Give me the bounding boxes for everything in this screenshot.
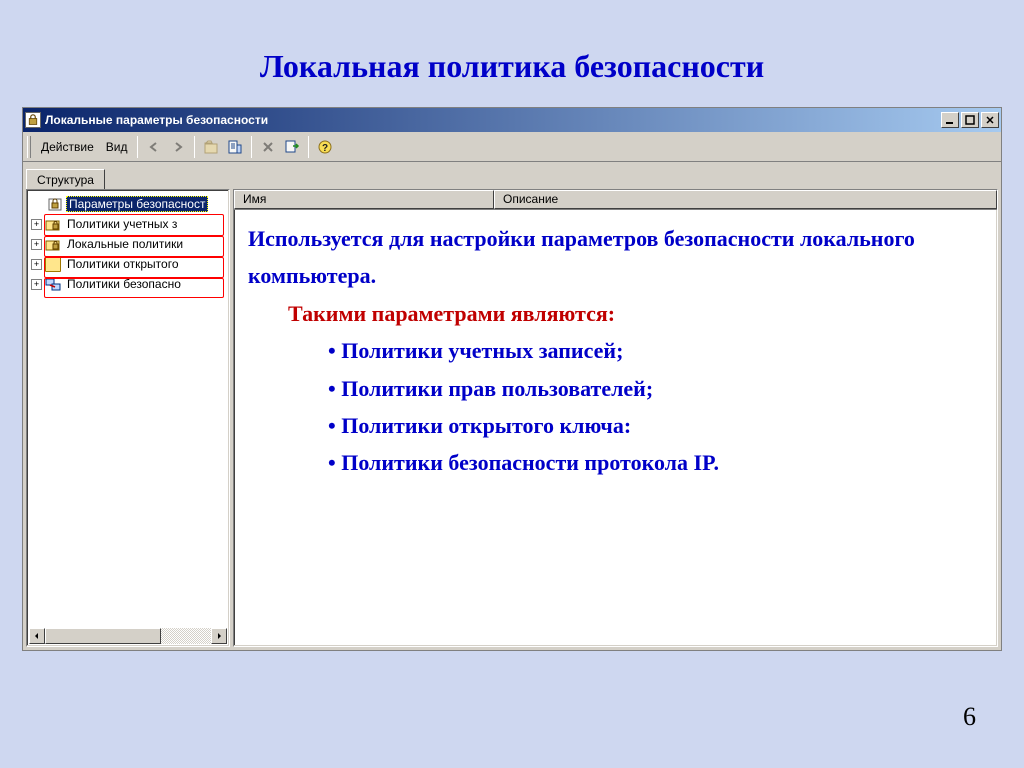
tree-label: Политики безопасно (64, 276, 184, 292)
menu-action[interactable]: Действие (35, 138, 100, 156)
tree-label: Локальные политики (64, 236, 186, 252)
expand-icon[interactable]: + (31, 239, 42, 250)
slide-title: Локальная политика безопасности (0, 0, 1024, 107)
tree-view[interactable]: + Параметры безопасност + Политики учетн… (26, 189, 230, 647)
up-folder-button[interactable] (199, 135, 223, 159)
column-description[interactable]: Описание (494, 190, 997, 209)
properties-button[interactable] (223, 135, 247, 159)
folder-icon (45, 256, 61, 272)
scroll-right-button[interactable] (211, 628, 227, 644)
export-button[interactable] (280, 135, 304, 159)
security-root-icon (47, 196, 63, 212)
network-icon (45, 276, 61, 292)
close-button[interactable] (981, 112, 999, 128)
overlay-bullet: Политики открытого ключа: (328, 407, 983, 444)
horizontal-scrollbar[interactable] (29, 628, 227, 644)
delete-button[interactable] (256, 135, 280, 159)
overlay-heading: Такими параметрами являются: (248, 295, 983, 332)
tab-structure[interactable]: Структура (26, 169, 105, 190)
forward-button[interactable] (166, 135, 190, 159)
tree-panel: Структура + Параметры безопасност + Поли… (26, 165, 230, 647)
titlebar[interactable]: Локальные параметры безопасности (23, 108, 1001, 132)
overlay-intro: Используется для настройки параметров бе… (248, 220, 983, 295)
toolbar: Действие Вид ? (23, 132, 1001, 162)
list-header: Имя Описание (234, 190, 997, 210)
tree-item-ip-security[interactable]: + Политики безопасно (29, 274, 229, 294)
maximize-button[interactable] (961, 112, 979, 128)
tree-item-public-key[interactable]: + Политики открытого (29, 254, 229, 274)
overlay-bullet: Политики учетных записей; (328, 332, 983, 369)
menu-view[interactable]: Вид (100, 138, 134, 156)
tree-label: Политики открытого (64, 256, 182, 272)
tree-item-account-policies[interactable]: + Политики учетных з (29, 214, 229, 234)
overlay-text: Используется для настройки параметров бе… (234, 210, 997, 646)
tree-item-local-policies[interactable]: + Локальные политики (29, 234, 229, 254)
overlay-bullet: Политики безопасности протокола IP. (328, 444, 983, 481)
app-icon (25, 112, 41, 128)
svg-text:?: ? (322, 143, 328, 154)
toolbar-grip[interactable] (27, 136, 31, 158)
expand-icon[interactable]: + (31, 279, 42, 290)
tree-root-label: Параметры безопасност (66, 196, 208, 212)
expand-icon[interactable]: + (31, 259, 42, 270)
help-button[interactable]: ? (313, 135, 337, 159)
tree-root[interactable]: + Параметры безопасност (29, 194, 229, 214)
window-title: Локальные параметры безопасности (45, 113, 941, 127)
scroll-left-button[interactable] (29, 628, 45, 644)
security-policy-window: Локальные параметры безопасности Действи… (22, 107, 1002, 651)
expand-icon[interactable]: + (31, 219, 42, 230)
list-panel: Имя Описание Используется для настройки … (233, 189, 998, 647)
minimize-button[interactable] (941, 112, 959, 128)
overlay-bullet: Политики прав пользователей; (328, 370, 983, 407)
column-name[interactable]: Имя (234, 190, 494, 209)
back-button[interactable] (142, 135, 166, 159)
lock-folder-icon (45, 236, 61, 252)
scrollbar-thumb[interactable] (45, 628, 161, 644)
lock-folder-icon (45, 216, 61, 232)
tree-label: Политики учетных з (64, 216, 180, 232)
page-number: 6 (963, 702, 976, 732)
